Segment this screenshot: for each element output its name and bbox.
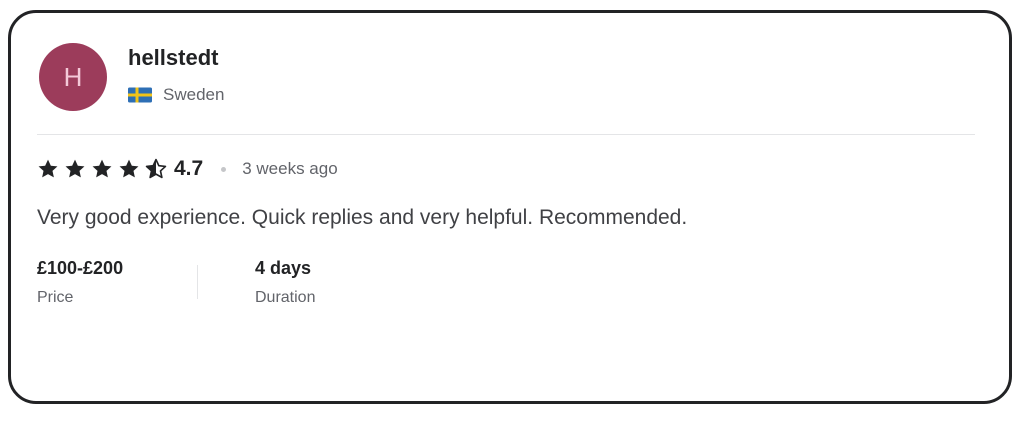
review-card: H hellstedt Sweden 4.7 3 weeks ago Very …	[8, 10, 1012, 404]
separator-dot	[221, 166, 227, 172]
meta-divider	[197, 265, 198, 299]
price-label: Price	[37, 289, 74, 306]
star-icon	[65, 159, 85, 178]
half-star-icon	[145, 158, 167, 179]
country-name: Sweden	[163, 85, 225, 104]
rating-row: 4.7 3 weeks ago	[37, 156, 338, 182]
header-divider	[37, 134, 975, 135]
star-icon	[92, 159, 112, 178]
duration-label: Duration	[255, 289, 316, 306]
reviewer-username[interactable]: hellstedt	[128, 45, 218, 71]
avatar[interactable]: H	[39, 43, 107, 111]
duration-info: 4 days Duration	[255, 258, 315, 307]
star-icon	[119, 159, 139, 178]
avatar-initial: H	[63, 61, 83, 92]
review-time: 3 weeks ago	[242, 159, 338, 178]
price-value: £100-£200	[37, 258, 124, 278]
star-icon	[38, 159, 58, 178]
star-rating	[37, 158, 172, 180]
duration-value: 4 days	[255, 258, 312, 278]
reviewer-country: Sweden	[128, 85, 224, 105]
sweden-flag-icon	[128, 87, 152, 103]
review-text: Very good experience. Quick replies and …	[37, 206, 688, 229]
price-info: £100-£200 Price	[37, 258, 123, 307]
rating-value: 4.7	[174, 157, 204, 180]
